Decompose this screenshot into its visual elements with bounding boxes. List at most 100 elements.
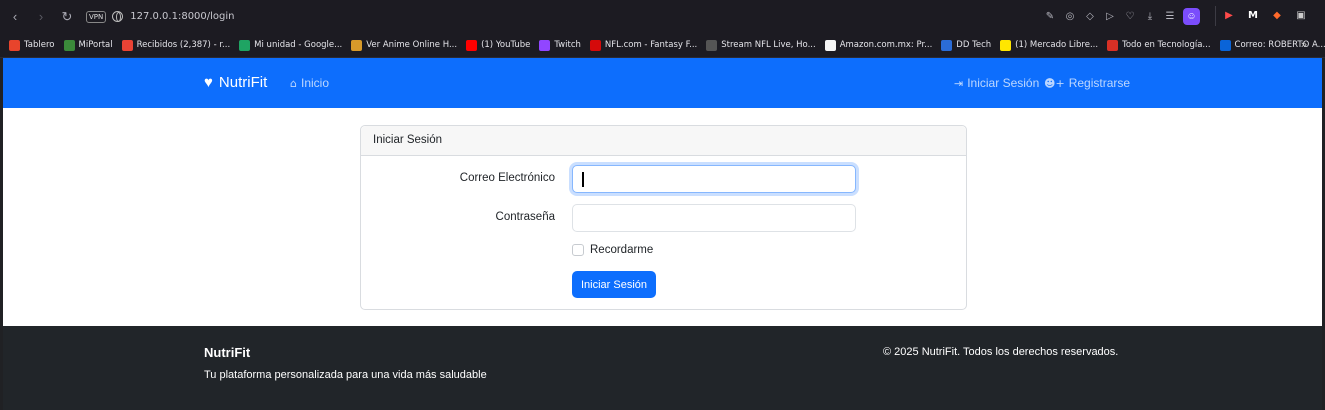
shield-icon[interactable]: ◇ [1083, 10, 1097, 24]
url-text[interactable]: 127.0.0.1:8000/login [130, 11, 234, 22]
password-label: Contraseña [495, 211, 555, 223]
password-field[interactable] [572, 204, 856, 232]
browser-chrome: ‹ › ↻ VPN 127.0.0.1:8000/login ✎ ◎ ◇ ▷ ♡… [0, 0, 1325, 58]
web-page: ♥ NutriFit ⌂ Inicio ⇥ Iniciar Sesión ☻+ … [3, 58, 1322, 410]
bookmark-item[interactable]: Twitch [539, 39, 581, 51]
bookmark-label: Todo en Tecnología... [1122, 40, 1211, 50]
extension-red-icon[interactable]: ▶ [1222, 8, 1236, 22]
bookmark-label: (1) Mercado Libre... [1015, 40, 1099, 50]
remember-checkbox-row[interactable]: Recordarme [572, 244, 653, 256]
amazon-icon [824, 39, 836, 51]
camera-icon[interactable]: ◎ [1063, 10, 1077, 24]
email-row [361, 233, 966, 261]
bookmark-label: Mi unidad - Google... [254, 40, 343, 50]
bookmark-label: DD Tech [956, 40, 992, 50]
bookmark-label: MiPortal [78, 40, 113, 50]
bookmark-label: Tablero [24, 40, 55, 50]
twitch-icon [539, 39, 551, 51]
toolbar-icons: ✎ ◎ ◇ ▷ ♡ ⤓ ☰ ☺ [1043, 8, 1200, 25]
extension-orange-icon[interactable]: ◆ [1270, 8, 1284, 22]
bookmark-label: (1) YouTube [481, 40, 531, 50]
extension-m-icon[interactable]: M [1246, 8, 1260, 22]
bookmark-item[interactable]: Recibidos (2,387) - r... [121, 39, 231, 51]
bookmark-item[interactable]: MiPortal [63, 39, 113, 51]
tablero-icon [9, 39, 20, 51]
footer-copyright: © 2025 NutriFit. Todos los derechos rese… [883, 346, 1119, 358]
anime-icon [351, 39, 363, 51]
bookmark-item[interactable]: Ver Anime Online H... [351, 39, 458, 51]
remember-label: Recordarme [590, 244, 654, 256]
password-field-row: Contraseña [361, 204, 966, 232]
menu-icon[interactable]: ☰ [1163, 10, 1177, 24]
bookmark-item[interactable]: Mi unidad - Google... [239, 39, 343, 51]
bookmark-label: Stream NFL Live, Ho... [721, 40, 816, 50]
remember-checkbox[interactable] [572, 244, 584, 256]
footer-tagline: Tu plataforma personalizada para una vid… [204, 369, 487, 381]
bookmark-label: Twitch [554, 40, 581, 50]
drive-icon [239, 39, 251, 51]
bookmark-label: Amazon.com.mx: Pr... [839, 40, 933, 50]
bookmarks-bar: Tablero MiPortal Recibidos (2,387) - r... M… [0, 33, 1325, 58]
tecnologia-icon [1107, 39, 1119, 51]
mercadolibre-icon [1000, 39, 1012, 51]
bookmark-label: Recibidos (2,387) - r... [136, 40, 231, 50]
back-icon[interactable]: ‹ [4, 6, 26, 28]
profile-icon[interactable]: ☺ [1183, 8, 1200, 25]
ddtech-icon [941, 39, 953, 51]
email-label: Correo Electrónico [459, 172, 555, 184]
nav-register-link[interactable]: ☻+ Registrarse [1044, 76, 1130, 90]
sign-in-icon: ⇥ [954, 76, 964, 90]
user-plus-icon: ☻+ [1044, 76, 1065, 90]
vpn-badge[interactable]: VPN [86, 10, 107, 23]
bookmark-label: Correo: ROBERTO A... [1234, 40, 1325, 50]
youtube-icon [466, 39, 478, 51]
bookmark-item[interactable]: Amazon.com.mx: Pr... [824, 39, 933, 51]
nav-login-label: Iniciar Sesión [967, 76, 1040, 90]
toolbar-divider [1215, 6, 1216, 26]
edit-icon[interactable]: ✎ [1043, 10, 1057, 24]
bookmark-label: NFL.com - Fantasy F... [604, 40, 698, 50]
bookmark-item[interactable]: DD Tech [941, 39, 992, 51]
heart-outline-icon[interactable]: ♡ [1123, 10, 1137, 24]
bookmark-item[interactable]: Todo en Tecnología... [1107, 39, 1211, 51]
bookmark-item[interactable]: Stream NFL Live, Ho... [706, 39, 816, 51]
download-icon[interactable]: ⤓ [1143, 10, 1157, 24]
forward-icon[interactable]: › [30, 6, 52, 28]
email-field[interactable] [572, 165, 856, 193]
stream-icon [706, 39, 718, 51]
extension-box-icon[interactable]: ▣ [1294, 8, 1308, 22]
nav-register-label: Registrarse [1068, 76, 1131, 90]
bookmark-item[interactable]: (1) Mercado Libre... [1000, 39, 1099, 51]
bookmark-item[interactable]: Correo: ROBERTO A... [1219, 39, 1325, 51]
play-icon[interactable]: ▷ [1103, 10, 1117, 24]
brand-link[interactable]: ♥ NutriFit [204, 74, 267, 91]
bookmark-item[interactable]: Tablero [9, 39, 55, 51]
login-submit-button[interactable]: Iniciar Sesión [572, 271, 656, 298]
extensions: ▶ M ◆ ▣ [1222, 8, 1308, 22]
browser-toolbar: ‹ › ↻ VPN 127.0.0.1:8000/login ✎ ◎ ◇ ▷ ♡… [0, 0, 1325, 33]
nav-home-label: Inicio [300, 76, 329, 90]
bookmark-item[interactable]: (1) YouTube [466, 39, 531, 51]
outlook-icon [1219, 39, 1231, 51]
address-bar[interactable]: VPN 127.0.0.1:8000/login [86, 6, 1056, 28]
brand-name: NutriFit [218, 74, 268, 91]
nav-login-link[interactable]: ⇥ Iniciar Sesión [954, 76, 1039, 90]
gmail-icon [121, 39, 133, 51]
heart-pulse-icon: ♥ [204, 74, 213, 91]
card-header: Iniciar Sesión [361, 126, 966, 156]
reload-icon[interactable]: ↻ [56, 6, 78, 28]
email-field-row: Correo Electrónico [361, 165, 966, 193]
miportal-icon [63, 39, 75, 51]
globe-icon [112, 11, 124, 22]
navbar: ♥ NutriFit ⌂ Inicio ⇥ Iniciar Sesión ☻+ … [3, 58, 1322, 108]
footer-title: NutriFit [204, 345, 251, 360]
bookmarks-overflow-icon[interactable]: » [1301, 39, 1307, 51]
home-icon: ⌂ [290, 76, 297, 90]
bookmark-label: Ver Anime Online H... [366, 40, 458, 50]
nfl-icon [589, 39, 601, 51]
footer: NutriFit Tu plataforma personalizada par… [3, 326, 1322, 410]
text-caret [582, 172, 584, 187]
nav-home-link[interactable]: ⌂ Inicio [290, 76, 329, 90]
login-card: Iniciar Sesión Correo Electrónico Contra… [360, 125, 967, 310]
bookmark-item[interactable]: NFL.com - Fantasy F... [589, 39, 698, 51]
